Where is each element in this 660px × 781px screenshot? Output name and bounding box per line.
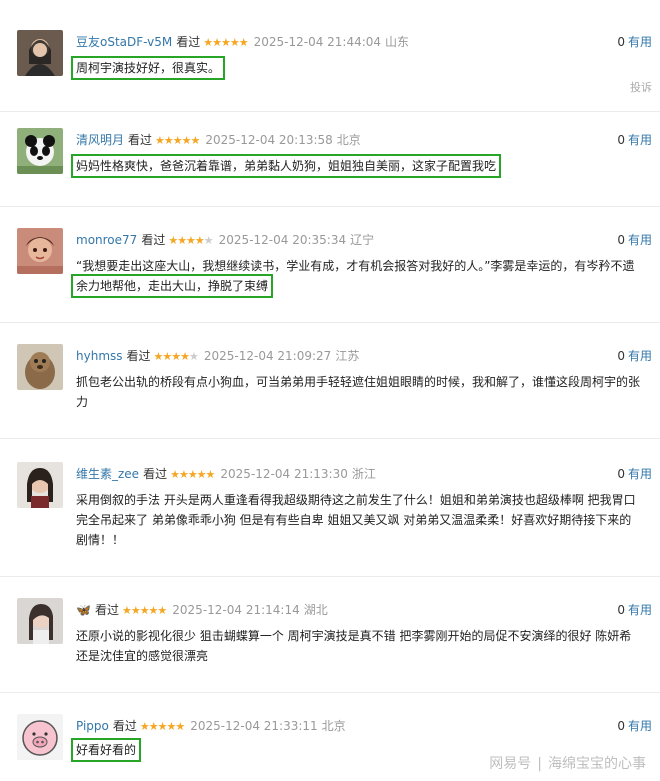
avatar[interactable] bbox=[17, 714, 63, 760]
username-link[interactable]: Pippo bbox=[76, 719, 109, 733]
review-meta: monroe77 看过 ★★★★★ 2025-12-04 20:35:34 辽宁 bbox=[76, 232, 374, 249]
divider bbox=[0, 322, 660, 323]
review-text: “我想要走出这座大山，我想继续读书，学业有成，才有机会报答对我好的人。”李雾是幸… bbox=[70, 256, 654, 298]
watched-tag: 看过 bbox=[128, 133, 153, 147]
divider bbox=[0, 438, 660, 439]
review-meta: 🦋 看过 ★★★★★ 2025-12-04 21:14:14 湖北 bbox=[76, 602, 328, 619]
rating-stars: ★★★★★ bbox=[168, 234, 213, 247]
watched-tag: 看过 bbox=[176, 35, 201, 49]
avatar[interactable] bbox=[17, 128, 63, 174]
username-link[interactable]: 清风明月 bbox=[76, 133, 124, 147]
useful-button[interactable]: 有用 bbox=[628, 349, 652, 363]
review-meta: Pippo 看过 ★★★★★ 2025-12-04 21:33:11 北京 bbox=[76, 718, 346, 735]
timestamp: 2025-12-04 21:44:04 bbox=[253, 35, 382, 49]
watermark: 网易号 | 海绵宝宝的心事 bbox=[489, 753, 646, 773]
review-text: 周柯宇演技好好，很真实。 bbox=[70, 56, 654, 80]
username-link[interactable]: 维生素_zee bbox=[76, 467, 139, 481]
review-meta: 豆友oStaDF-v5M 看过 ★★★★★ 2025-12-04 21:44:04 山东 bbox=[76, 34, 409, 51]
review-text: 采用倒叙的手法 开头是两人重逢看得我超级期待这之前发生了什么！姐姐和弟弟演技也超… bbox=[76, 490, 654, 550]
divider bbox=[0, 576, 660, 577]
useful-count: 0 bbox=[617, 133, 625, 147]
useful-vote[interactable]: 0 有用 bbox=[617, 718, 652, 734]
review-line: 采用倒叙的手法 开头是两人重逢看得我超级期待这之前发生了什么！姐姐和弟弟演技也超… bbox=[76, 493, 636, 507]
review-line: 还原小说的影视化很少 狙击蝴蝶算一个 周柯宇演技是真不错 把李雾刚开始的局促不安… bbox=[76, 629, 632, 643]
location: 北京 bbox=[336, 133, 361, 147]
watermark-divider: | bbox=[537, 756, 542, 772]
watched-tag: 看过 bbox=[112, 719, 137, 733]
timestamp: 2025-12-04 21:13:30 bbox=[220, 467, 348, 481]
username-link[interactable]: 豆友oStaDF-v5M bbox=[76, 35, 172, 49]
avatar[interactable] bbox=[17, 462, 63, 508]
watched-tag: 看过 bbox=[143, 467, 168, 481]
review-meta: 维生素_zee 看过 ★★★★★ 2025-12-04 21:13:30 浙江 bbox=[76, 466, 376, 483]
useful-button[interactable]: 有用 bbox=[628, 719, 652, 733]
review-text: 还原小说的影视化很少 狙击蝴蝶算一个 周柯宇演技是真不错 把李雾刚开始的局促不安… bbox=[76, 626, 654, 666]
avatar[interactable] bbox=[17, 598, 63, 644]
useful-button[interactable]: 有用 bbox=[628, 233, 652, 247]
review-text: 抓包老公出轨的桥段有点小狗血，可当弟弟用手轻轻遮住姐姐眼睛的时候，我和解了，谁懂… bbox=[76, 372, 654, 412]
timestamp: 2025-12-04 20:13:58 bbox=[205, 133, 333, 147]
username-link[interactable]: hyhmss bbox=[76, 349, 123, 363]
rating-stars: ★★★★★ bbox=[121, 604, 167, 617]
useful-vote[interactable]: 0 有用 bbox=[617, 232, 652, 248]
useful-vote[interactable]: 0 有用 bbox=[617, 34, 652, 50]
watched-tag: 看过 bbox=[126, 349, 151, 363]
divider bbox=[0, 206, 660, 207]
username-link[interactable]: 🦋 bbox=[76, 603, 91, 617]
useful-vote[interactable]: 0 有用 bbox=[617, 466, 652, 482]
useful-button[interactable]: 有用 bbox=[628, 133, 652, 147]
timestamp: 2025-12-04 21:09:27 bbox=[203, 349, 332, 363]
useful-count: 0 bbox=[617, 35, 625, 49]
highlight-box: 余力地帮他，走出大山，挣脱了束缚 bbox=[70, 274, 274, 298]
useful-count: 0 bbox=[617, 719, 625, 733]
divider bbox=[0, 692, 660, 693]
useful-count: 0 bbox=[617, 349, 625, 363]
divider bbox=[0, 111, 660, 112]
highlight-box: 妈妈性格爽快，爸爸沉着靠谱，弟弟黏人奶狗，姐姐独自美丽，这家子配置我吃 bbox=[70, 154, 502, 178]
avatar[interactable] bbox=[17, 228, 63, 274]
review-text: 妈妈性格爽快，爸爸沉着靠谱，弟弟黏人奶狗，姐姐独自美丽，这家子配置我吃 bbox=[70, 154, 654, 178]
watched-tag: 看过 bbox=[94, 603, 119, 617]
location: 浙江 bbox=[351, 467, 376, 481]
useful-button[interactable]: 有用 bbox=[628, 467, 652, 481]
useful-button[interactable]: 有用 bbox=[628, 603, 652, 617]
watched-tag: 看过 bbox=[141, 233, 166, 247]
location: 辽宁 bbox=[350, 233, 375, 247]
rating-stars: ★★★★★ bbox=[170, 468, 215, 481]
highlight-box: 好看好看的 bbox=[70, 738, 142, 762]
rating-stars: ★★★★★ bbox=[155, 134, 200, 147]
review-meta: hyhmss 看过 ★★★★★ 2025-12-04 21:09:27 江苏 bbox=[76, 348, 359, 365]
review-meta: 清风明月 看过 ★★★★★ 2025-12-04 20:13:58 北京 bbox=[76, 132, 361, 149]
username-link[interactable]: monroe77 bbox=[76, 233, 137, 247]
useful-vote[interactable]: 0 有用 bbox=[617, 602, 652, 618]
review-line: “我想要走出这座大山，我想继续读书，学业有成，才有机会报答对我好的人。”李雾是幸… bbox=[76, 259, 635, 273]
location: 山东 bbox=[385, 35, 410, 49]
avatar[interactable] bbox=[17, 30, 63, 76]
useful-button[interactable]: 有用 bbox=[628, 35, 652, 49]
timestamp: 2025-12-04 21:33:11 bbox=[190, 719, 318, 733]
review-line: 力 bbox=[76, 395, 89, 409]
timestamp: 2025-12-04 21:14:14 bbox=[172, 603, 300, 617]
rating-stars: ★★★★★ bbox=[153, 350, 199, 363]
review-line: 还是沈佳宜的感觉很漂亮 bbox=[76, 649, 209, 663]
avatar[interactable] bbox=[17, 344, 63, 390]
useful-count: 0 bbox=[617, 603, 625, 617]
useful-vote[interactable]: 0 有用 bbox=[617, 132, 652, 148]
location: 湖北 bbox=[303, 603, 328, 617]
review-line: 剧情！！ bbox=[76, 533, 125, 547]
useful-count: 0 bbox=[617, 233, 625, 247]
review-line: 抓包老公出轨的桥段有点小狗血，可当弟弟用手轻轻遮住姐姐眼睛的时候，我和解了，谁懂… bbox=[76, 375, 641, 389]
timestamp: 2025-12-04 20:35:34 bbox=[218, 233, 347, 247]
location: 北京 bbox=[321, 719, 346, 733]
highlight-box: 周柯宇演技好好，很真实。 bbox=[70, 56, 226, 80]
watermark-author: 海绵宝宝的心事 bbox=[548, 756, 646, 772]
rating-stars: ★★★★★ bbox=[203, 36, 248, 49]
review-line: 完全吊起来了 弟弟像乖乖小狗 但是有有些自卑 姐姐又美又飒 对弟弟又温温柔柔！好… bbox=[76, 513, 632, 527]
rating-stars: ★★★★★ bbox=[139, 720, 185, 733]
report-link[interactable]: 投诉 bbox=[630, 79, 652, 95]
useful-count: 0 bbox=[617, 467, 625, 481]
useful-vote[interactable]: 0 有用 bbox=[617, 348, 652, 364]
watermark-site: 网易号 bbox=[489, 756, 532, 772]
location: 江苏 bbox=[335, 349, 360, 363]
